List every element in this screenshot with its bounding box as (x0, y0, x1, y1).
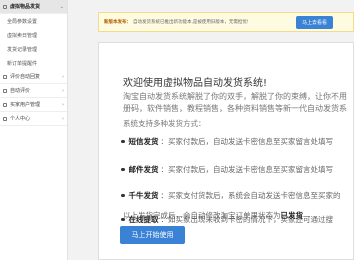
intro-line: 册码，软件销售，教程销售，各种资料销售等新一代自动发货系 (123, 104, 347, 113)
sidebar-item-label: 虚拟物品发货 (10, 4, 41, 10)
view-update-button[interactable]: 马上去看看 (296, 16, 334, 29)
start-using-button[interactable]: 马上开始使用 (120, 226, 185, 244)
folder-icon (3, 4, 7, 9)
feature-desc: ：买家支付货款后，系统会自动发送卡密信息至买家的 (160, 191, 341, 200)
sidebar-subitem-delivery-records[interactable]: 发货记录管理 (0, 42, 67, 56)
users-icon (3, 102, 7, 107)
notice-label: 新版本发布： (104, 20, 131, 25)
sidebar-item-buyer-users[interactable]: 买家用户管理 › (0, 98, 67, 112)
star-icon (3, 88, 7, 93)
feature-sms-delivery: 短信发货 ：买家付款后，自动发送卡密信息至买家留言处填写 (121, 136, 333, 147)
bullet-icon (121, 167, 125, 172)
sidebar-subitem-new-order-alert[interactable]: 新订单提醒件 (0, 56, 67, 70)
main-content: 新版本发布： 自动发货系统已推出新功能本,是被使用旧版本，无需担忧! 马上去看看… (68, 0, 354, 260)
chevron-down-icon: ⌄ (59, 4, 64, 10)
sidebar: 虚拟物品发货 ⌄ 全局参数设置 虚拟卖日管理 发货记录管理 新订单提醒件 评价自… (0, 0, 68, 260)
feature-desc: ：买家付款后，自动发送卡密信息至买家留言处填写 (160, 165, 334, 174)
sidebar-subitem-card-management[interactable]: 虚拟卖日管理 (0, 28, 67, 42)
footer-status: 已发货 (280, 211, 304, 220)
intro-line: 淘宝自动发货系统解脱了你的双手，解脱了你的束缚，让你不用 (123, 92, 347, 101)
notice-text: 自动发货系统已推出新功能本,是被使用旧版本，无需担忧! (133, 20, 249, 25)
comment-icon (3, 74, 7, 79)
sidebar-item-review-reply[interactable]: 评价自动回复 › (0, 70, 67, 84)
feature-qianniu-delivery: 千牛发货 ：买家支付货款后，系统会自动发送卡密信息至买家的 (121, 190, 341, 201)
welcome-card: 欢迎使用虚拟物品自动发货系统! 淘宝自动发货系统解脱了你的双手，解脱了你的束缚，… (98, 42, 354, 260)
welcome-footer: 以上发货完成后，会自动修改淘宝订单里状态为已发货 (123, 210, 303, 221)
delivery-types-intro: 系统支持多种发货方式： (123, 119, 206, 128)
welcome-title: 欢迎使用虚拟物品自动发货系统! (123, 78, 268, 89)
bullet-icon (121, 139, 125, 144)
welcome-intro: 淘宝自动发货系统解脱了你的双手，解脱了你的束缚，让你不用 册码，软件销售，教程销… (123, 91, 353, 115)
sidebar-item-label: 评价自动回复 (10, 74, 41, 80)
sidebar-item-label: 买家用户管理 (10, 102, 41, 108)
feature-name: 短信发货 (128, 137, 159, 146)
chevron-right-icon: › (62, 116, 64, 122)
chevron-right-icon: › (62, 102, 64, 108)
feature-name: 邮件发货 (128, 165, 159, 174)
bullet-icon (121, 193, 125, 198)
feature-email-delivery: 邮件发货 ：买家付款后，自动发送卡密信息至买家留言处填写 (121, 164, 333, 175)
chevron-right-icon: › (62, 88, 64, 94)
feature-name: 千牛发货 (128, 191, 159, 200)
footer-text: 以上发货完成后，会自动修改淘宝订单里状态为 (123, 211, 281, 220)
sidebar-item-label: 个人中心 (10, 116, 31, 122)
chevron-right-icon: › (62, 74, 64, 80)
sidebar-item-personal-center[interactable]: 个人中心 › (0, 112, 67, 126)
notice-bar: 新版本发布： 自动发货系统已推出新功能本,是被使用旧版本，无需担忧! 马上去看看 (98, 12, 354, 32)
sidebar-subitem-global-settings[interactable]: 全局参数设置 (0, 14, 67, 28)
user-icon (3, 116, 7, 121)
sidebar-item-auto-review[interactable]: 自动评价 › (0, 84, 67, 98)
feature-desc: ：买家付款后，自动发送卡密信息至买家留言处填写 (160, 137, 334, 146)
sidebar-item-virtual-goods[interactable]: 虚拟物品发货 ⌄ (0, 0, 67, 14)
sidebar-item-label: 自动评价 (10, 88, 31, 94)
